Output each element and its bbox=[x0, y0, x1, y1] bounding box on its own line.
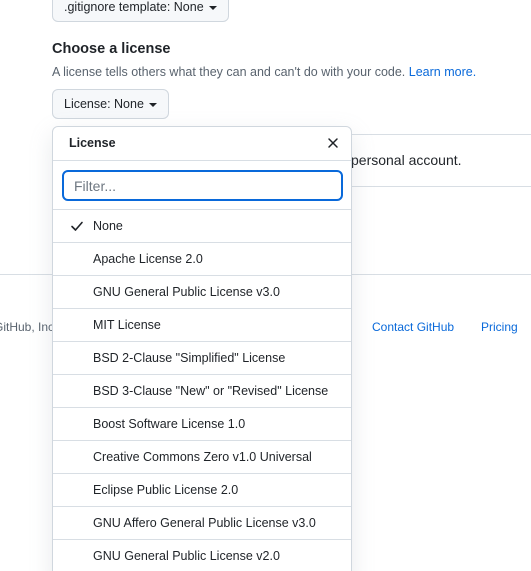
license-option[interactable]: BSD 3-Clause "New" or "Revised" License bbox=[53, 375, 351, 408]
footer-contact-link[interactable]: Contact GitHub bbox=[372, 320, 454, 334]
license-dropdown: License None Apache License 2.0 GNU Genera… bbox=[52, 126, 352, 571]
account-text: personal account. bbox=[351, 152, 462, 168]
license-option[interactable]: GNU General Public License v3.0 bbox=[53, 276, 351, 309]
footer-pricing-link[interactable]: Pricing bbox=[481, 320, 518, 334]
page: .gitignore template: None Choose a licen… bbox=[0, 0, 531, 571]
learn-more-link[interactable]: Learn more. bbox=[409, 65, 476, 79]
license-option[interactable]: Eclipse Public License 2.0 bbox=[53, 474, 351, 507]
license-option[interactable]: GNU Affero General Public License v3.0 bbox=[53, 507, 351, 540]
license-option-label: BSD 2-Clause "Simplified" License bbox=[93, 351, 286, 365]
license-option-label: GNU General Public License v2.0 bbox=[93, 549, 280, 563]
license-option-label: Creative Commons Zero v1.0 Universal bbox=[93, 450, 312, 464]
caret-down-icon bbox=[148, 102, 157, 107]
filter-input[interactable] bbox=[62, 170, 343, 201]
dropdown-header: License bbox=[53, 127, 351, 161]
license-option[interactable]: Apache License 2.0 bbox=[53, 243, 351, 276]
license-option[interactable]: None bbox=[53, 210, 351, 243]
filter-container bbox=[53, 161, 351, 210]
license-section-title: Choose a license bbox=[52, 41, 171, 57]
license-option-label: None bbox=[93, 219, 123, 233]
gitignore-template-button[interactable]: .gitignore template: None bbox=[52, 0, 229, 22]
divider bbox=[340, 186, 531, 187]
gitignore-template-label: .gitignore template: None bbox=[64, 0, 204, 14]
license-option[interactable]: Boost Software License 1.0 bbox=[53, 408, 351, 441]
footer-copyright: GitHub, Inc. bbox=[0, 320, 58, 334]
license-section-description: A license tells others what they can and… bbox=[52, 65, 476, 79]
license-button-label: License: None bbox=[64, 97, 144, 111]
license-list: None Apache License 2.0 GNU General Public… bbox=[53, 210, 351, 571]
dropdown-title: License bbox=[69, 136, 116, 150]
license-option-label: GNU Affero General Public License v3.0 bbox=[93, 516, 316, 530]
license-option-label: Apache License 2.0 bbox=[93, 252, 203, 266]
license-option[interactable]: BSD 2-Clause "Simplified" License bbox=[53, 342, 351, 375]
close-icon[interactable] bbox=[325, 135, 341, 151]
divider bbox=[340, 134, 531, 135]
license-option-label: BSD 3-Clause "New" or "Revised" License bbox=[93, 384, 329, 398]
license-option-label: GNU General Public License v3.0 bbox=[93, 285, 280, 299]
license-option[interactable]: MIT License bbox=[53, 309, 351, 342]
license-option-label: MIT License bbox=[93, 318, 161, 332]
license-option[interactable]: GNU General Public License v2.0 bbox=[53, 540, 351, 571]
license-option-label: Boost Software License 1.0 bbox=[93, 417, 246, 431]
license-option[interactable]: Creative Commons Zero v1.0 Universal bbox=[53, 441, 351, 474]
license-button[interactable]: License: None bbox=[52, 89, 169, 119]
license-description-text: A license tells others what they can and… bbox=[52, 65, 406, 79]
license-option-label: Eclipse Public License 2.0 bbox=[93, 483, 239, 497]
caret-down-icon bbox=[208, 5, 217, 10]
check-icon bbox=[71, 221, 83, 231]
